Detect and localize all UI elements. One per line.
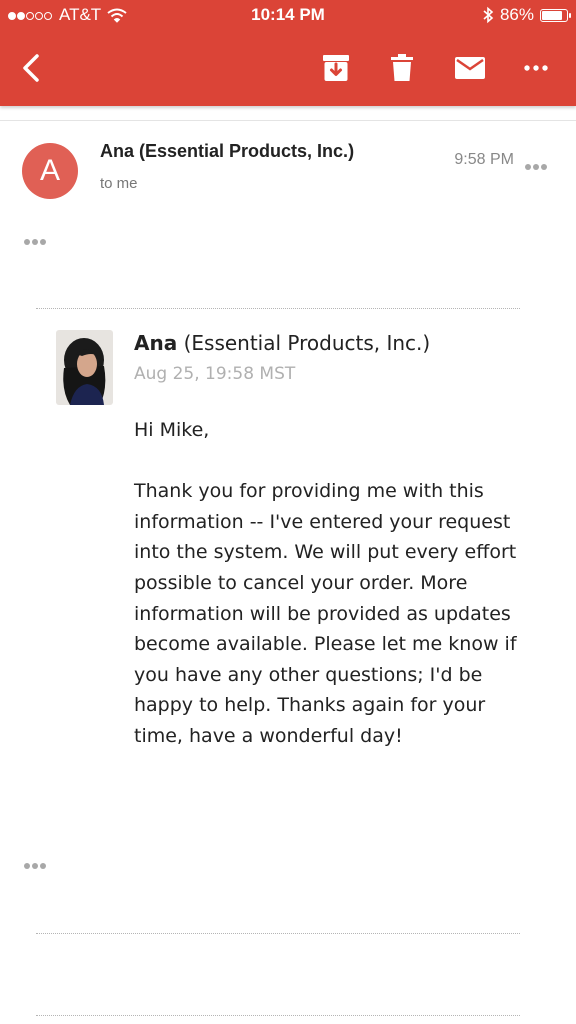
- archive-button[interactable]: [318, 50, 354, 86]
- sender-name[interactable]: Ana (Essential Products, Inc.): [100, 141, 354, 162]
- back-icon: [23, 54, 39, 82]
- quoted-sender-first: Ana: [134, 331, 178, 355]
- quoted-sender-name: Ana (Essential Products, Inc.): [134, 331, 430, 355]
- message-body: Hi Mike, Thank you for providing me with…: [134, 415, 524, 752]
- more-options-button[interactable]: [516, 50, 556, 86]
- battery-percent: 86%: [499, 5, 534, 24]
- show-quoted-text-button[interactable]: [24, 232, 48, 250]
- app-header: AT&T 10:14 PM 86%: [0, 0, 576, 106]
- trash-icon: [391, 54, 413, 81]
- recipient-label[interactable]: to me: [100, 175, 138, 192]
- archive-icon: [323, 55, 349, 81]
- divider: [0, 120, 576, 121]
- sender-avatar[interactable]: A: [22, 143, 78, 199]
- ellipsis-icon: [24, 232, 48, 249]
- body-paragraph: Thank you for providing me with this inf…: [134, 480, 517, 747]
- quoted-sender-company: (Essential Products, Inc.): [183, 331, 431, 355]
- more-icon: [524, 65, 548, 71]
- quote-separator: [36, 933, 520, 934]
- show-trimmed-content-button[interactable]: [24, 856, 48, 874]
- greeting: Hi Mike,: [134, 419, 210, 441]
- battery-fill: [542, 10, 563, 20]
- back-button[interactable]: [14, 50, 48, 86]
- mail-icon: [455, 57, 485, 79]
- more-icon: [525, 157, 549, 174]
- quote-separator: [36, 308, 520, 309]
- status-bar: AT&T 10:14 PM 86%: [0, 0, 576, 32]
- message-time: 9:58 PM: [454, 151, 514, 168]
- bluetooth-icon: [483, 6, 494, 24]
- sender-photo: [56, 330, 113, 405]
- battery-icon: [540, 8, 571, 22]
- message-toolbar: [0, 32, 576, 106]
- quoted-date: Aug 25, 19:58 MST: [134, 364, 296, 384]
- message-more-button[interactable]: [525, 157, 549, 175]
- delete-button[interactable]: [384, 50, 420, 86]
- quote-separator: [36, 1015, 520, 1016]
- mark-unread-button[interactable]: [450, 50, 490, 86]
- ellipsis-icon: [24, 856, 48, 873]
